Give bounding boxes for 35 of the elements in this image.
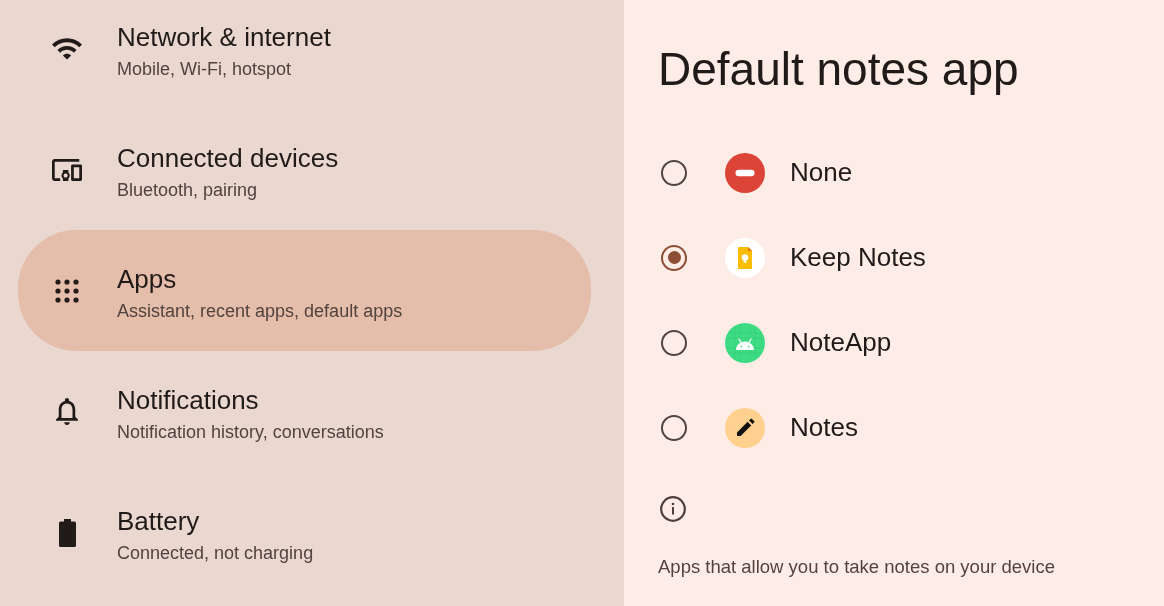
radio-button[interactable] (661, 244, 687, 271)
battery-icon (58, 518, 76, 547)
lightbulb-document-icon (725, 237, 765, 278)
item-subtitle: Assistant, recent apps, default apps (117, 299, 403, 322)
option-label: Notes (790, 412, 858, 443)
settings-item[interactable]: Network & internet Mobile, Wi-Fi, hotspot (18, 0, 591, 109)
radio-button[interactable] (661, 329, 687, 356)
radio-button[interactable] (661, 159, 687, 186)
option-label: NoteApp (790, 327, 892, 358)
settings-item[interactable]: Battery Connected, not charging (18, 472, 591, 593)
option-label: None (790, 157, 853, 188)
grid-dots-icon (55, 278, 79, 303)
item-title: Battery (117, 505, 201, 537)
devices-icon (52, 158, 82, 181)
settings-item[interactable]: Connected devices Bluetooth, pairing (18, 109, 591, 230)
pencil-icon (725, 407, 765, 448)
item-subtitle: Bluetooth, pairing (117, 178, 259, 201)
item-subtitle: Mobile, Wi-Fi, hotspot (117, 57, 293, 80)
item-title: Network & internet (117, 21, 331, 53)
item-title: Notifications (117, 384, 260, 416)
item-title: Connected devices (117, 142, 339, 174)
item-subtitle: Connected, not charging (117, 541, 314, 564)
radio-button[interactable] (661, 414, 687, 441)
bell-icon (56, 398, 78, 425)
page-title: Default notes app (658, 42, 1019, 97)
settings-item[interactable]: Apps Assistant, recent apps, default apps (18, 230, 591, 351)
description-text: Apps that allow you to take notes on your device (658, 555, 1055, 579)
robot-head-icon (725, 322, 765, 363)
settings-item[interactable]: Notifications Notification history, conversations (18, 351, 591, 472)
info-icon (660, 496, 686, 522)
option-label: Keep Notes (790, 242, 926, 273)
item-title: Apps (117, 263, 178, 295)
minus-circle-icon (725, 152, 765, 193)
wifi-icon (52, 37, 82, 60)
item-subtitle: Notification history, conversations (117, 420, 384, 443)
